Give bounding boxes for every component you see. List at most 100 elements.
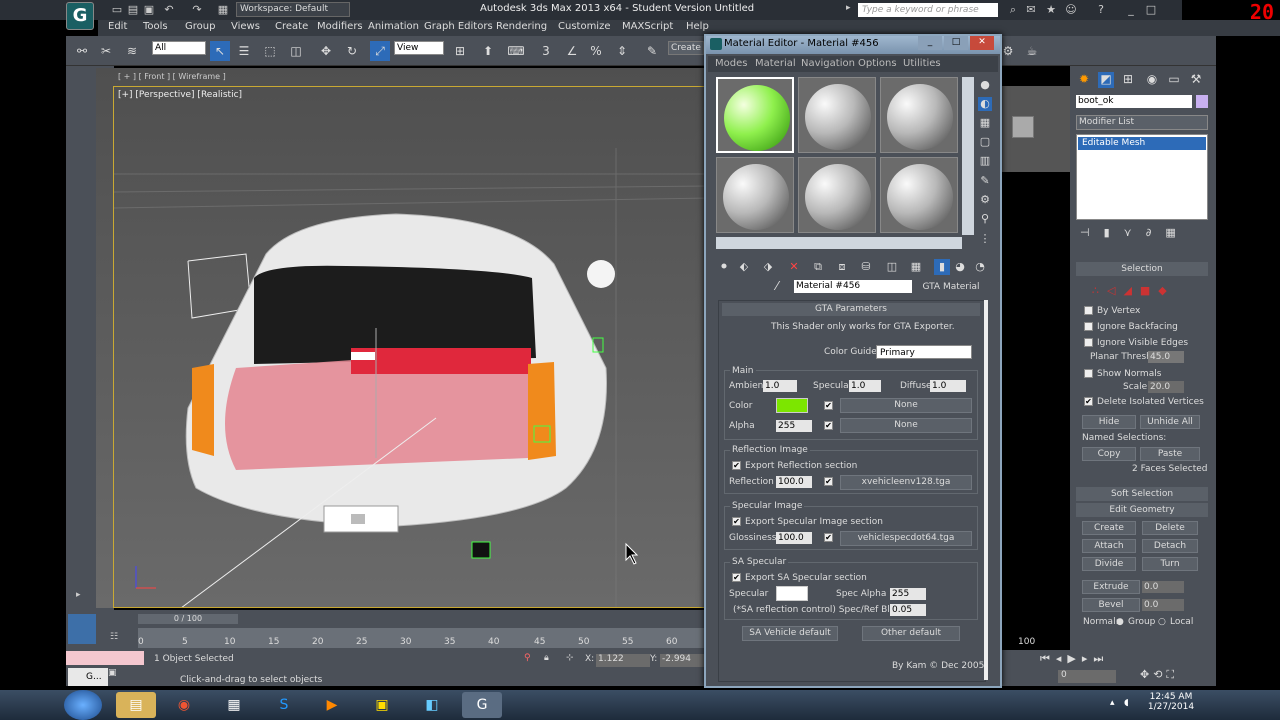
material-map-navigator-icon[interactable]: ⋮ bbox=[978, 232, 992, 246]
viewport-layout-icon[interactable] bbox=[68, 614, 96, 644]
move-icon[interactable]: ✥ bbox=[316, 41, 336, 61]
manipulate-icon[interactable]: ⬆ bbox=[478, 41, 498, 61]
menu-modifiers[interactable]: Modifiers bbox=[317, 21, 363, 32]
params-scrollbar[interactable] bbox=[984, 300, 988, 680]
radio-dot-icon[interactable]: ● bbox=[1116, 617, 1124, 627]
viewport-navigation-controls[interactable]: ✥⟲⛶ bbox=[1140, 668, 1178, 682]
divide-button[interactable]: Divide bbox=[1082, 557, 1136, 571]
me-menu-utilities[interactable]: Utilities bbox=[903, 58, 941, 69]
rectangular-selection-icon[interactable]: ⬚ bbox=[260, 41, 280, 61]
create-button[interactable]: Create bbox=[1082, 521, 1136, 535]
max-thumbnail-icon[interactable]: ▣ bbox=[108, 668, 124, 682]
snaps-toggle-icon[interactable]: 3 bbox=[536, 41, 556, 61]
stack-item-editable-mesh[interactable]: Editable Mesh bbox=[1078, 137, 1206, 150]
paste-button[interactable]: Paste bbox=[1140, 447, 1200, 461]
soft-selection-rollout-header[interactable]: Soft Selection bbox=[1076, 487, 1208, 501]
keyboard-shortcut-override-icon[interactable]: ⌨ bbox=[506, 41, 526, 61]
redo-icon[interactable]: ↷ bbox=[190, 3, 204, 17]
show-map-in-viewport-icon[interactable]: ▦ bbox=[908, 259, 924, 275]
modifier-list-dropdown[interactable]: Modifier List bbox=[1076, 115, 1208, 130]
go-to-parent-icon[interactable]: ◕ bbox=[952, 259, 968, 275]
put-to-scene-icon[interactable]: ⬖ bbox=[736, 259, 752, 275]
sample-slot-5[interactable] bbox=[798, 157, 876, 233]
me-menu-modes[interactable]: Modes bbox=[715, 58, 747, 69]
specular-spinner[interactable]: 1.0 bbox=[849, 380, 881, 392]
edit-geometry-rollout-header[interactable]: Edit Geometry bbox=[1076, 503, 1208, 517]
front-viewport-label[interactable]: [ + ] [ Front ] [ Wireframe ] bbox=[118, 72, 226, 81]
get-material-icon[interactable]: ⚫ bbox=[716, 259, 732, 275]
chrome-icon[interactable]: ◉ bbox=[164, 692, 204, 718]
binoculars-icon[interactable]: ⌕ bbox=[1006, 3, 1020, 17]
reference-coordinate-dropdown[interactable]: View bbox=[394, 41, 444, 55]
search-input[interactable]: Type a keyword or phrase bbox=[858, 3, 998, 17]
reflection-spinner[interactable]: 100.0 bbox=[776, 476, 812, 488]
background-icon[interactable]: ▦ bbox=[978, 116, 992, 130]
close-icon[interactable]: ✕ bbox=[970, 36, 994, 50]
other-default-button[interactable]: Other default bbox=[862, 626, 960, 641]
make-preview-icon[interactable]: ✎ bbox=[978, 174, 992, 188]
me-menu-material[interactable]: Material bbox=[755, 58, 796, 69]
sample-slot-6[interactable] bbox=[880, 157, 958, 233]
extrude-button[interactable]: Extrude bbox=[1082, 580, 1140, 594]
menu-graph-editors[interactable]: Graph Editors bbox=[424, 21, 493, 32]
spinner-snap-icon[interactable]: ⇕ bbox=[612, 41, 632, 61]
hierarchy-tab-icon[interactable]: ⊞ bbox=[1120, 72, 1136, 88]
menu-tools[interactable]: Tools bbox=[143, 21, 168, 32]
reflection-map-checkbox[interactable]: ✔ bbox=[824, 477, 833, 486]
bind-space-warp-icon[interactable]: ≋ bbox=[122, 41, 142, 61]
x-coordinate-field[interactable]: 1.122 bbox=[596, 654, 650, 667]
selection-rollout-header[interactable]: Selection bbox=[1076, 262, 1208, 276]
menu-maxscript[interactable]: MAXScript bbox=[622, 21, 673, 32]
taskbar-thumbnail[interactable]: G... bbox=[68, 668, 108, 686]
pivot-center-icon[interactable]: ⊞ bbox=[450, 41, 470, 61]
alpha-map-button[interactable]: None bbox=[840, 418, 972, 433]
workspace-dropdown[interactable]: Workspace: Default bbox=[236, 2, 350, 17]
turn-button[interactable]: Turn bbox=[1142, 557, 1198, 571]
window-crossing-icon[interactable]: ◫ bbox=[286, 41, 306, 61]
media-player-icon[interactable]: ▶ bbox=[312, 692, 352, 718]
eyedropper-icon[interactable]: ⁄ bbox=[776, 279, 778, 293]
render-teapot-icon[interactable]: ☕ bbox=[1022, 41, 1042, 61]
search-arrow-icon[interactable]: ▸ bbox=[846, 3, 856, 17]
edit-named-selection-icon[interactable]: ✎ bbox=[642, 41, 662, 61]
selection-filter-dropdown[interactable]: All bbox=[152, 41, 206, 55]
app-window-icon[interactable]: ◧ bbox=[412, 692, 452, 718]
spec-alpha-spinner[interactable]: 255 bbox=[890, 588, 926, 600]
make-copy-icon[interactable]: ⧉ bbox=[810, 259, 826, 275]
bevel-button[interactable]: Bevel bbox=[1082, 598, 1140, 612]
ignore-visible-edges-checkbox[interactable] bbox=[1084, 338, 1093, 347]
video-color-check-icon[interactable]: ▥ bbox=[978, 154, 992, 168]
perspective-viewport-label[interactable]: [+] [Perspective] [Realistic] bbox=[118, 90, 242, 100]
menu-views[interactable]: Views bbox=[231, 21, 260, 32]
specular-map-checkbox[interactable]: ✔ bbox=[824, 533, 833, 542]
color-guide-dropdown[interactable]: Primary bbox=[876, 345, 972, 359]
menu-animation[interactable]: Animation bbox=[368, 21, 419, 32]
explorer-icon[interactable]: ▤ bbox=[116, 692, 156, 718]
export-sa-specular-checkbox[interactable]: ✔ bbox=[732, 573, 741, 582]
start-button[interactable] bbox=[64, 690, 102, 720]
menu-edit[interactable]: Edit bbox=[108, 21, 127, 32]
unhide-all-button[interactable]: Unhide All bbox=[1140, 415, 1200, 429]
motion-tab-icon[interactable]: ◉ bbox=[1144, 72, 1160, 88]
menu-help[interactable]: Help bbox=[686, 21, 709, 32]
tray-arrow-icon[interactable]: ▴ bbox=[1110, 698, 1115, 708]
maxscript-listener[interactable] bbox=[66, 651, 144, 665]
me-menu-navigation[interactable]: Navigation bbox=[801, 58, 855, 69]
maximize-icon[interactable]: □ bbox=[944, 36, 968, 50]
planar-thresh-spinner[interactable]: 45.0 bbox=[1148, 351, 1184, 363]
select-object-icon[interactable]: ↖ bbox=[210, 41, 230, 61]
delete-isolated-checkbox[interactable]: ✔ bbox=[1084, 397, 1093, 406]
maximize-window-icon[interactable]: □ bbox=[1144, 3, 1158, 17]
subobject-level-icons[interactable]: ∴◁◢■◆ bbox=[1092, 284, 1175, 297]
me-menu-options[interactable]: Options bbox=[858, 58, 897, 69]
game-app-icon[interactable]: ▣ bbox=[362, 692, 402, 718]
undo-icon[interactable]: ↶ bbox=[162, 3, 176, 17]
display-tab-icon[interactable]: ▭ bbox=[1166, 72, 1182, 88]
spec-ref-spinner[interactable]: 0.05 bbox=[890, 604, 926, 616]
track-bar[interactable] bbox=[138, 628, 704, 648]
favorites-icon[interactable]: ★ bbox=[1044, 3, 1058, 17]
absolute-mode-icon[interactable]: ⊹ bbox=[566, 653, 574, 663]
current-frame-field[interactable]: 0 bbox=[1058, 670, 1116, 683]
help-icon[interactable]: ? bbox=[1094, 3, 1108, 17]
percent-snap-icon[interactable]: % bbox=[586, 41, 606, 61]
